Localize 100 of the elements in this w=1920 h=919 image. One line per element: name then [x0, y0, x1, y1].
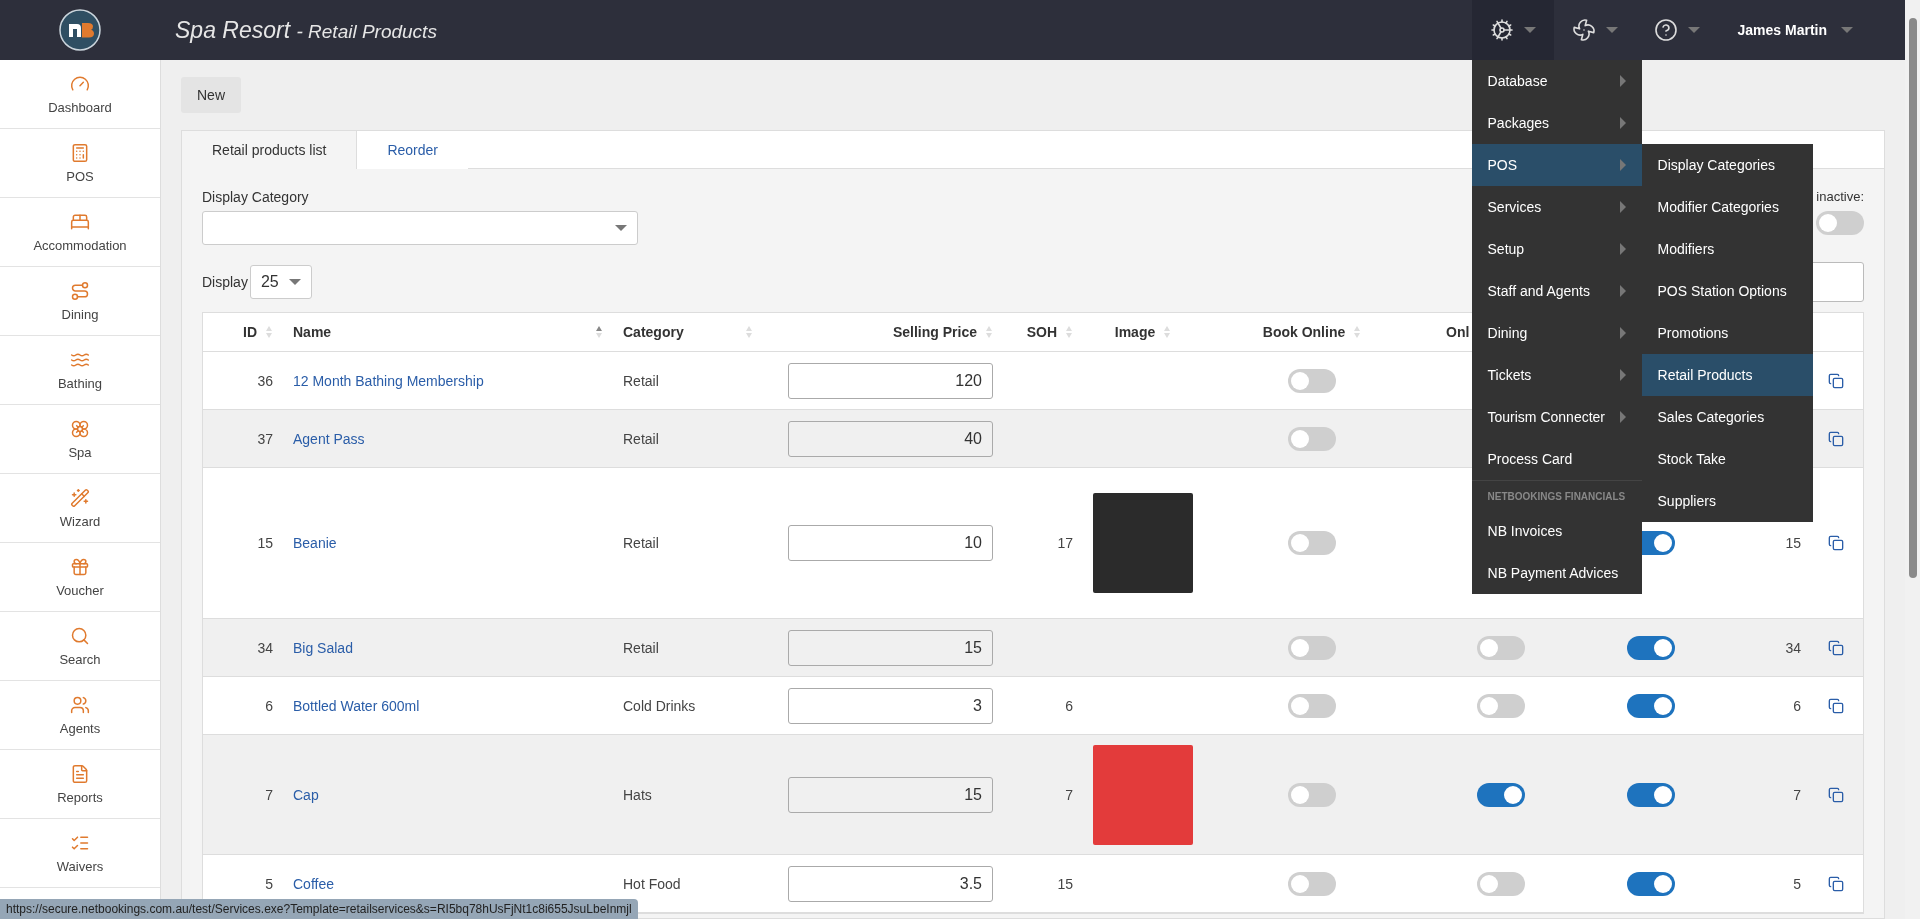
- menu-item[interactable]: Packages: [1471, 102, 1642, 144]
- copy-icon[interactable]: [1828, 875, 1844, 892]
- table-cell-text: Retail: [622, 639, 660, 656]
- submenu-item[interactable]: Modifier Categories: [1641, 186, 1813, 228]
- menu-item[interactable]: Services: [1471, 186, 1642, 228]
- toggle-switch[interactable]: [1477, 782, 1525, 807]
- sidebar-item[interactable]: Voucher: [0, 543, 160, 612]
- table-cell-text: 7: [1064, 786, 1074, 803]
- sidebar-item[interactable]: Spa: [0, 405, 160, 474]
- tab[interactable]: Retail products list: [182, 131, 358, 169]
- toggle-switch[interactable]: [1288, 531, 1336, 555]
- menu-item[interactable]: Tickets: [1471, 354, 1642, 396]
- submenu-item[interactable]: Promotions: [1641, 312, 1813, 354]
- field-label: Display: [202, 274, 248, 290]
- sidebar-item[interactable]: POS: [0, 129, 160, 198]
- price-field[interactable]: 40: [788, 420, 993, 457]
- product-link[interactable]: Cap: [283, 786, 329, 803]
- user-menu[interactable]: James Martin: [1717, 22, 1905, 38]
- copy-icon[interactable]: [1828, 639, 1844, 656]
- submenu-item[interactable]: Stock Take: [1641, 438, 1813, 480]
- sidebar-item[interactable]: Accommodation: [0, 198, 160, 267]
- price-field[interactable]: 3: [788, 687, 993, 724]
- toggle-switch[interactable]: [1627, 693, 1675, 718]
- submenu-item[interactable]: Modifiers: [1641, 228, 1813, 270]
- price-field[interactable]: 15: [788, 629, 993, 666]
- submenu-item[interactable]: Sales Categories: [1641, 396, 1813, 438]
- column-header[interactable]: Selling Price: [763, 324, 1003, 340]
- column-header[interactable]: SOH: [1003, 324, 1083, 340]
- sidebar-item[interactable]: Search: [0, 612, 160, 681]
- submenu-arrow-icon: [1619, 285, 1626, 297]
- submenu-item[interactable]: Suppliers: [1641, 480, 1813, 522]
- column-header[interactable]: Category: [613, 324, 763, 340]
- table-cell-text: 15: [1056, 875, 1074, 892]
- product-link[interactable]: Coffee: [283, 875, 344, 892]
- table-cell-text: 17: [1056, 535, 1074, 551]
- toggle-switch[interactable]: [1477, 693, 1525, 718]
- sidebar-item[interactable]: Bathing: [0, 336, 160, 405]
- toggle-switch[interactable]: [1627, 871, 1675, 896]
- product-link[interactable]: Agent Pass: [283, 430, 375, 447]
- toggle-switch[interactable]: [1477, 871, 1525, 896]
- product-link[interactable]: Big Salad: [283, 639, 363, 656]
- column-header[interactable]: ID: [203, 324, 283, 340]
- menu-item[interactable]: Dining: [1471, 312, 1642, 354]
- submenu-arrow-icon: [1619, 117, 1626, 129]
- new-button[interactable]: New: [181, 77, 241, 113]
- menu-item[interactable]: Staff and Agents: [1471, 270, 1642, 312]
- caret-icon: [288, 279, 301, 285]
- toggle-switch[interactable]: [1288, 693, 1336, 718]
- toggle-switch[interactable]: [1288, 426, 1336, 451]
- table-cell-text: 36: [256, 372, 274, 389]
- scrollbar[interactable]: [1905, 0, 1920, 919]
- table-cell-text: Retail: [622, 535, 660, 551]
- sidebar-item[interactable]: Agents: [0, 681, 160, 750]
- caret-icon: [615, 225, 627, 231]
- menu-item[interactable]: Tourism Connecter: [1471, 396, 1642, 438]
- product-link[interactable]: Beanie: [283, 535, 347, 551]
- sidebar-item[interactable]: Reports: [0, 750, 160, 819]
- price-field[interactable]: 3.5: [788, 865, 993, 902]
- submenu-arrow-icon: [1619, 75, 1626, 87]
- price-field[interactable]: 120: [788, 362, 993, 399]
- menu-item[interactable]: Setup: [1471, 228, 1642, 270]
- toggle-switch[interactable]: [1477, 635, 1525, 660]
- submenu-item[interactable]: Display Categories: [1641, 144, 1813, 186]
- toggle-switch[interactable]: [1288, 368, 1336, 393]
- menu-item[interactable]: NB Invoices: [1471, 510, 1642, 552]
- submenu-item[interactable]: POS Station Options: [1641, 270, 1813, 312]
- toggle-switch[interactable]: [1627, 635, 1675, 660]
- price-field[interactable]: 10: [788, 525, 993, 561]
- table-cell-text: 7: [264, 786, 274, 803]
- copy-icon[interactable]: [1828, 786, 1844, 803]
- menu-item[interactable]: Database: [1471, 60, 1642, 102]
- toggle-switch[interactable]: [1288, 782, 1336, 807]
- logo[interactable]: [59, 9, 101, 51]
- price-field[interactable]: 15: [788, 776, 993, 813]
- page-title: Spa Resort - Retail Products: [175, 16, 438, 44]
- table-cell-text: 5: [264, 875, 274, 892]
- toggle-switch[interactable]: [1288, 635, 1336, 660]
- copy-icon[interactable]: [1828, 430, 1844, 447]
- column-header[interactable]: Book Online: [1203, 324, 1421, 340]
- toggle-switch[interactable]: [1627, 782, 1675, 807]
- page-size-select[interactable]: 25: [249, 265, 312, 299]
- menu-item[interactable]: Process Card: [1471, 438, 1642, 480]
- copy-icon[interactable]: [1828, 535, 1844, 551]
- product-link[interactable]: Bottled Water 600ml: [283, 697, 430, 714]
- toggle-switch[interactable]: [1288, 871, 1336, 896]
- menu-item[interactable]: NB Payment Advices: [1471, 552, 1642, 594]
- product-link[interactable]: 12 Month Bathing Membership: [283, 372, 494, 389]
- menu-item[interactable]: POS: [1471, 144, 1642, 186]
- column-header[interactable]: Name: [283, 324, 613, 340]
- sidebar-item[interactable]: Dining: [0, 267, 160, 336]
- sidebar-item[interactable]: Dashboard: [0, 60, 160, 129]
- copy-icon[interactable]: [1828, 697, 1844, 714]
- table-cell-text: 7: [1792, 786, 1802, 803]
- submenu-item[interactable]: Retail Products: [1641, 354, 1813, 396]
- copy-icon[interactable]: [1828, 372, 1844, 389]
- sidebar-item[interactable]: Wizard: [0, 474, 160, 543]
- submenu-arrow-icon: [1619, 411, 1626, 423]
- toggle-switch[interactable]: [1816, 211, 1864, 235]
- column-header[interactable]: Image: [1083, 324, 1203, 340]
- sidebar-item[interactable]: Waivers: [0, 819, 160, 888]
